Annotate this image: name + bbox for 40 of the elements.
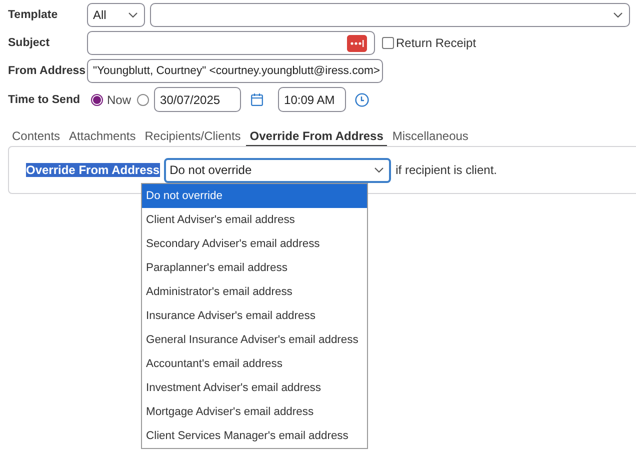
- hint-text: if recipient is client.: [396, 163, 497, 177]
- calendar-icon[interactable]: [251, 93, 264, 106]
- tab[interactable]: Recipients/Clients: [140, 122, 245, 146]
- tab[interactable]: Contents: [8, 122, 64, 146]
- dropdown-option[interactable]: Do not override: [142, 184, 367, 208]
- chevron-icon: [613, 12, 623, 18]
- date-field[interactable]: 30/07/2025: [154, 87, 242, 112]
- override-select[interactable]: Do not override: [164, 158, 391, 182]
- dropdown-option[interactable]: Insurance Adviser's email address: [142, 304, 367, 328]
- clock-icon[interactable]: [355, 92, 370, 106]
- time-field[interactable]: 10:09 AM: [278, 87, 346, 112]
- subject-field[interactable]: [87, 31, 375, 55]
- return-receipt-checkbox[interactable]: [382, 37, 394, 49]
- category-select[interactable]: All: [87, 3, 145, 27]
- chevron-icon: [374, 167, 384, 173]
- tab[interactable]: Miscellaneous: [388, 122, 472, 146]
- dropdown-option[interactable]: Client Services Manager's email address: [142, 424, 367, 448]
- field-label: Subject: [8, 37, 51, 49]
- dropdown-option[interactable]: Mortgage Adviser's email address: [142, 400, 367, 424]
- dropdown-option[interactable]: General Insurance Adviser's email address: [142, 328, 367, 352]
- tab[interactable]: Attachments: [65, 122, 140, 146]
- template-select[interactable]: [150, 3, 630, 27]
- checkbox-label: Return Receipt: [396, 36, 476, 50]
- password-manager-icon[interactable]: [347, 34, 367, 52]
- field-label: Template: [8, 9, 59, 21]
- schedule-radio[interactable]: [137, 94, 150, 106]
- chevron-icon: [128, 12, 138, 18]
- dropdown-option[interactable]: Paraplanner's email address: [142, 256, 367, 280]
- dropdown-option[interactable]: Accountant's email address: [142, 352, 367, 376]
- from-address-select[interactable]: "Youngblutt, Courtney" <courtney.youngblutt@iress.com>: [87, 59, 383, 83]
- tab[interactable]: Override From Address: [246, 122, 388, 146]
- field-label: Override From Address: [26, 163, 160, 177]
- dropdown-option[interactable]: Administrator's email address: [142, 280, 367, 304]
- dropdown-option[interactable]: Client Adviser's email address: [142, 208, 367, 232]
- dropdown-option[interactable]: Investment Adviser's email address: [142, 376, 367, 400]
- now-radio[interactable]: [91, 94, 103, 106]
- field-label: Time to Send: [8, 94, 81, 106]
- radio-label: Now: [107, 92, 132, 106]
- dropdown-option[interactable]: Secondary Adviser's email address: [142, 232, 367, 256]
- field-label: From Address: [8, 65, 87, 77]
